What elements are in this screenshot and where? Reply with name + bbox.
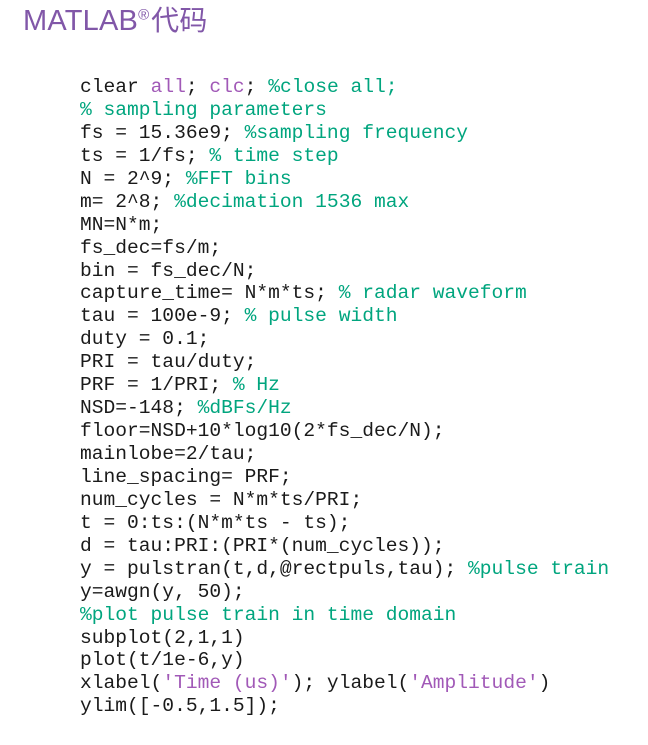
code-token-plain: floor=NSD+10*log10(2*fs_dec/N); (80, 420, 445, 443)
code-line: ylim([-0.5,1.5]); (80, 695, 640, 718)
code-line: floor=NSD+10*log10(2*fs_dec/N); (80, 420, 640, 443)
code-token-plain: t = 0:ts:(N*m*ts - ts); (80, 511, 351, 534)
code-line: N = 2^9; %FFT bins (80, 168, 640, 191)
code-line: %plot pulse train in time domain (80, 604, 640, 627)
code-line: NSD=-148; %dBFs/Hz (80, 397, 640, 420)
code-token-plain: subplot(2,1,1) (80, 626, 245, 649)
code-line: d = tau:PRI:(PRI*(num_cycles)); (80, 535, 640, 558)
code-line: xlabel('Time (us)'); ylabel('Amplitude') (80, 672, 640, 695)
code-token-plain: clear (80, 76, 151, 98)
code-token-keyword: clc (209, 76, 245, 98)
code-token-comment: % pulse width (244, 305, 398, 328)
page-root: MATLAB®代码 clear all; clc; %close all;% s… (0, 0, 648, 745)
page-title-suffix: 代码 (151, 4, 208, 37)
code-token-plain: plot(t/1e-6,y) (80, 649, 245, 672)
code-token-plain: PRI = tau/duty; (80, 351, 257, 374)
code-token-plain: fs = 15.36e9; (80, 121, 245, 144)
code-token-plain: mainlobe=2/tau; (80, 443, 257, 465)
code-token-plain: N = 2^9; (80, 167, 186, 190)
code-token-comment: % radar waveform (338, 282, 527, 305)
code-line: capture_time= N*m*ts; % radar waveform (80, 282, 640, 305)
code-token-comment: % sampling parameters (80, 98, 327, 121)
code-line: % sampling parameters (80, 99, 640, 122)
code-line: ts = 1/fs; % time step (80, 145, 640, 168)
code-line: y = pulstran(t,d,@rectpuls,tau); %pulse … (80, 558, 640, 581)
code-token-plain: num_cycles = N*m*ts/PRI; (80, 488, 363, 511)
code-token-plain: y=awgn(y, 50); (80, 580, 245, 603)
code-line: m= 2^8; %decimation 1536 max (80, 191, 640, 214)
code-token-comment: %pulse train (468, 557, 610, 580)
page-title-product: MATLAB (23, 5, 139, 37)
code-token-plain: ylim([-0.5,1.5]); (80, 695, 280, 718)
code-line: t = 0:ts:(N*m*ts - ts); (80, 512, 640, 535)
code-line: PRF = 1/PRI; % Hz (80, 374, 640, 397)
code-line: plot(t/1e-6,y) (80, 649, 640, 672)
code-line: y=awgn(y, 50); (80, 581, 640, 604)
code-token-comment: %FFT bins (185, 167, 292, 190)
code-line: bin = fs_dec/N; (80, 260, 640, 283)
code-line: num_cycles = N*m*ts/PRI; (80, 489, 640, 512)
code-token-plain: PRF = 1/PRI; (80, 374, 233, 397)
code-token-plain: capture_time= N*m*ts; (80, 282, 339, 305)
code-line: fs_dec=fs/m; (80, 237, 640, 260)
code-line: PRI = tau/duty; (80, 351, 640, 374)
code-token-plain: line_spacing= PRF; (80, 465, 292, 488)
code-token-plain: fs_dec=fs/m; (80, 236, 222, 259)
code-token-plain: ; (185, 76, 210, 98)
code-line: fs = 15.36e9; %sampling frequency (80, 122, 640, 145)
code-token-comment: %decimation 1536 max (174, 190, 410, 213)
code-token-plain: d = tau:PRI:(PRI*(num_cycles)); (80, 534, 445, 557)
code-line: line_spacing= PRF; (80, 466, 640, 489)
code-token-plain: tau = 100e-9; (80, 305, 245, 328)
code-token-comment: %dBFs/Hz (197, 397, 292, 420)
code-token-plain: ; (244, 76, 269, 98)
code-token-plain: ts = 1/fs; (80, 144, 210, 167)
code-line: clear all; clc; %close all; (80, 76, 640, 99)
code-line: duty = 0.1; (80, 328, 640, 351)
code-token-plain: NSD=-148; (80, 397, 198, 420)
code-token-plain: ); ylabel( (291, 672, 410, 695)
page-title: MATLAB®代码 (23, 2, 208, 40)
code-token-plain: y = pulstran(t,d,@rectpuls,tau); (80, 557, 469, 580)
code-token-plain: bin = fs_dec/N; (80, 259, 257, 282)
code-token-string: 'Time (us)' (162, 672, 292, 695)
code-token-comment: % time step (209, 144, 339, 167)
code-listing: clear all; clc; %close all;% sampling pa… (80, 76, 640, 718)
code-token-string: 'Amplitude' (409, 672, 539, 695)
code-token-comment: %plot pulse train in time domain (80, 603, 457, 626)
code-token-comment: %close all; (268, 76, 398, 98)
code-token-plain: MN=N*m; (80, 213, 163, 236)
code-token-plain: duty = 0.1; (80, 328, 210, 351)
code-token-keyword: all (150, 76, 186, 98)
code-line: subplot(2,1,1) (80, 627, 640, 650)
registered-trademark-icon: ® (138, 6, 150, 24)
code-line: mainlobe=2/tau; (80, 443, 640, 466)
code-token-plain: m= 2^8; (80, 190, 175, 213)
code-token-comment: %sampling frequency (244, 121, 469, 144)
code-token-plain: xlabel( (80, 672, 163, 695)
code-token-comment: % Hz (232, 374, 280, 397)
code-line: MN=N*m; (80, 214, 640, 237)
code-line: tau = 100e-9; % pulse width (80, 305, 640, 328)
code-token-plain: ) (538, 672, 551, 695)
